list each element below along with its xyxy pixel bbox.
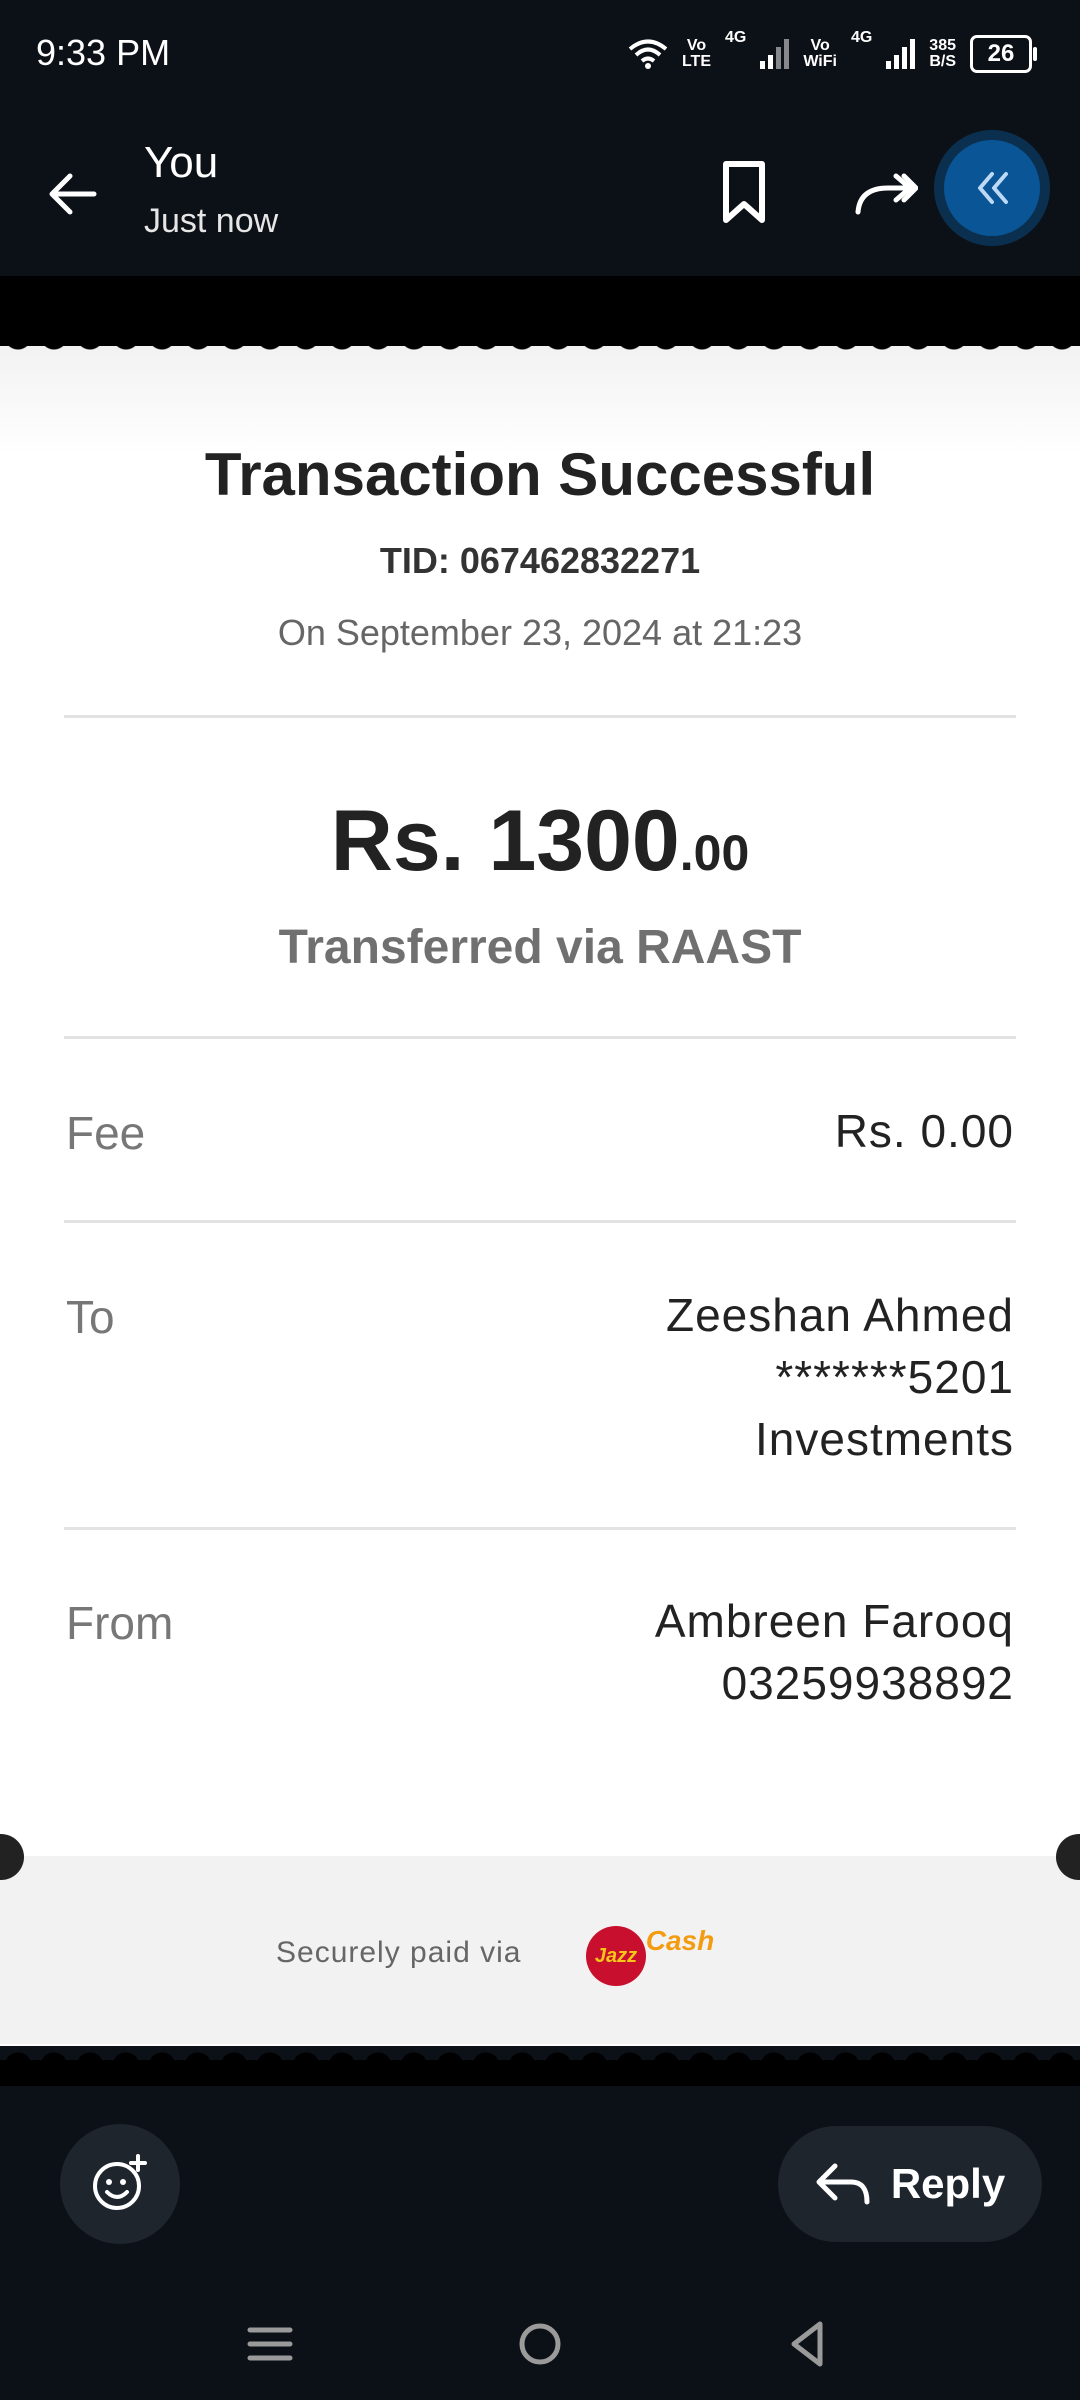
svg-text:Cash: Cash — [646, 1925, 714, 1956]
signal-icon-2 — [886, 39, 916, 69]
transaction-date: On September 23, 2024 at 21:23 — [277, 612, 803, 653]
volte-indicator: Vo LTE — [681, 37, 711, 70]
transaction-title: Transaction Successful — [204, 441, 876, 508]
status-icons: Vo LTE 4G Vo WiFi 4G 385 B/S 26 — [628, 29, 1037, 78]
transaction-amount: Rs. 1300.00 — [0, 792, 1080, 891]
receipt-footer — [0, 1856, 1080, 2044]
from-label: From — [66, 1597, 174, 1649]
sender-phone: 03259938892 — [721, 1657, 1014, 1709]
forward-icon[interactable] — [852, 166, 918, 222]
secure-payment-text: Securely paid via — [276, 1936, 522, 1969]
divider — [64, 1220, 1016, 1223]
collapse-button[interactable] — [944, 140, 1040, 236]
amount-decimal: .00 — [679, 825, 750, 881]
fee-value: Rs. 0.00 — [834, 1105, 1014, 1157]
recipient-account: *******5201 — [775, 1351, 1014, 1403]
back-triangle-icon[interactable] — [780, 2316, 836, 2372]
sender-account-name: Ambreen Farooq — [654, 1595, 1014, 1647]
bottom-action-bar: Reply — [0, 2086, 1080, 2286]
divider — [64, 1036, 1016, 1039]
receipt-top-edge — [0, 330, 1080, 360]
system-nav-bar — [0, 2286, 1080, 2400]
reply-button[interactable]: Reply — [778, 2126, 1042, 2242]
emoji-add-icon — [93, 2154, 147, 2210]
double-chevron-left-icon — [978, 172, 1008, 204]
to-label: To — [66, 1291, 115, 1343]
status-bar: 9:33 PM Vo LTE 4G Vo WiFi 4G 385 B/S 26 — [0, 0, 1080, 108]
viewer-header: You Just now — [0, 108, 1080, 276]
image-bottom-band — [0, 2060, 1080, 2086]
transaction-id: TID: 067462832271 — [379, 540, 701, 581]
status-time: 9:33 PM — [36, 32, 171, 73]
reply-label: Reply — [890, 2160, 1006, 2207]
message-time: Just now — [144, 202, 279, 240]
svg-text:Jazz: Jazz — [595, 1945, 637, 1967]
network-speed: 385 B/S — [929, 37, 956, 70]
divider — [64, 1527, 1016, 1530]
network-type-2: 4G — [850, 29, 873, 46]
from-details: Ambreen Farooq 03259938892 — [655, 1590, 1014, 1714]
reply-icon — [816, 2163, 870, 2205]
battery-icon: 26 — [970, 35, 1037, 73]
receipt-card — [0, 346, 1080, 2046]
network-type-1: 4G — [724, 29, 747, 46]
home-icon[interactable] — [512, 2316, 568, 2372]
bookmark-icon[interactable] — [716, 160, 772, 224]
divider — [64, 715, 1016, 718]
sender-name: You — [144, 138, 219, 187]
arrow-back-icon[interactable] — [44, 166, 100, 222]
recipient-bank: Investments — [755, 1413, 1014, 1465]
to-details: Zeeshan Ahmed *******5201 Investments — [666, 1284, 1014, 1470]
fee-label: Fee — [66, 1107, 146, 1159]
react-button[interactable] — [60, 2124, 180, 2244]
amount-main: Rs. 1300 — [330, 793, 680, 889]
jazzcash-logo: Jazz Cash — [586, 1925, 714, 1986]
wifi-icon — [628, 39, 668, 69]
recipient-name: Zeeshan Ahmed — [665, 1289, 1014, 1341]
menu-icon[interactable] — [242, 2316, 298, 2372]
transfer-method: Transferred via RAAST — [278, 921, 802, 974]
vowifi-indicator: Vo WiFi — [803, 37, 837, 70]
signal-icon — [760, 39, 790, 69]
